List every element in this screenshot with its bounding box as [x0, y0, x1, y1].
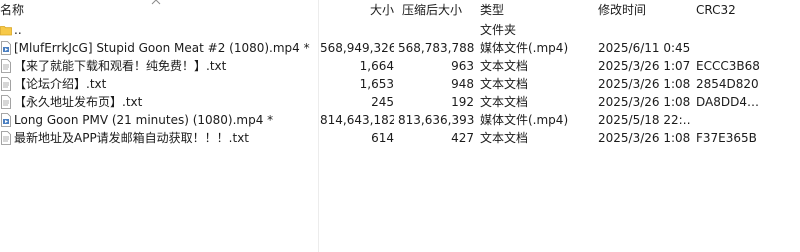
file-crc: DA8DD4…: [696, 95, 759, 109]
file-type: 文件夹: [480, 23, 517, 37]
file-name: [MlufErrkJcG] Stupid Goon Meat #2 (1080)…: [14, 41, 310, 55]
file-row[interactable]: Long Goon PMV (21 minutes) (1080).mp4 * …: [0, 111, 800, 129]
file-crc: F37E365B: [696, 131, 757, 145]
file-row[interactable]: 【永久地址发布页】.txt 245 192 文本文档 2025/3/26 1:0…: [0, 93, 800, 111]
file-modified: 2025/3/26 1:08: [598, 95, 690, 109]
file-packed-size: 192: [451, 95, 474, 109]
file-row[interactable]: 【论坛介绍】.txt 1,653 948 文本文档 2025/3/26 1:08…: [0, 75, 800, 93]
file-name: 【来了就能下载和观看！纯免费！】.txt: [14, 59, 227, 73]
file-crc: [696, 39, 796, 57]
file-type: 文本文档: [480, 95, 529, 109]
column-header-bar: 名称 大小 压缩后大小 类型 修改时间 CRC32: [0, 0, 800, 20]
column-header-type[interactable]: 类型: [480, 2, 504, 18]
file-name: Long Goon PMV (21 minutes) (1080).mp4 *: [14, 113, 274, 127]
file-row[interactable]: 最新地址及APP请发邮箱自动获取！！！.txt 614 427 文本文档 202…: [0, 129, 800, 147]
file-modified: 2025/3/26 1:08: [598, 77, 690, 91]
file-packed-size: 963: [451, 59, 474, 73]
file-row[interactable]: 【来了就能下载和观看！纯免费！】.txt 1,664 963 文本文档 2025…: [0, 57, 800, 75]
file-type: 文本文档: [480, 59, 529, 73]
video-file-icon: [1, 113, 11, 127]
text-file-icon: [1, 77, 11, 91]
file-row[interactable]: [MlufErrkJcG] Stupid Goon Meat #2 (1080)…: [0, 39, 800, 57]
file-type: 媒体文件(.mp4): [480, 113, 569, 127]
file-modified: 2025/5/18 22:…: [598, 113, 690, 127]
text-file-icon: [1, 131, 11, 145]
file-type: 文本文档: [480, 77, 529, 91]
column-header-modified[interactable]: 修改时间: [598, 2, 646, 18]
file-size: 614: [371, 131, 394, 145]
file-packed-size: 948: [451, 77, 474, 91]
file-size: 568,949,326: [320, 41, 394, 55]
file-type: 文本文档: [480, 131, 529, 145]
file-packed-size: 813,636,393: [398, 113, 474, 127]
column-header-size[interactable]: 大小: [370, 2, 394, 18]
file-row-parent-folder[interactable]: .. 文件夹: [0, 21, 800, 39]
text-file-icon: [1, 59, 11, 73]
file-size: 1,653: [359, 77, 394, 91]
file-size: 814,643,182: [320, 113, 394, 127]
file-size: 245: [371, 95, 394, 109]
file-crc: 2854D820: [696, 77, 759, 91]
column-header-name[interactable]: 名称: [0, 2, 24, 18]
sort-ascending-icon: [151, 0, 161, 5]
file-type: 媒体文件(.mp4): [480, 41, 569, 55]
file-modified: 2025/6/11 0:45: [598, 41, 690, 55]
column-header-crc32[interactable]: CRC32: [696, 2, 736, 18]
file-name: 【永久地址发布页】.txt: [14, 95, 143, 109]
file-modified: 2025/3/26 1:07: [598, 59, 690, 73]
text-file-icon: [1, 95, 11, 109]
file-crc: ECCC3B68: [696, 59, 760, 73]
file-name: 【论坛介绍】.txt: [14, 77, 107, 91]
file-modified: 2025/3/26 1:08: [598, 131, 690, 145]
file-packed-size: 427: [451, 131, 474, 145]
file-crc: [696, 111, 796, 129]
video-file-icon: [1, 41, 11, 55]
file-name: ..: [14, 23, 22, 37]
folder-icon: [0, 26, 12, 36]
file-packed-size: 568,783,788: [398, 41, 474, 55]
column-header-packed-size[interactable]: 压缩后大小: [402, 2, 462, 18]
file-size: 1,664: [359, 59, 394, 73]
file-name: 最新地址及APP请发邮箱自动获取！！！.txt: [14, 131, 250, 145]
